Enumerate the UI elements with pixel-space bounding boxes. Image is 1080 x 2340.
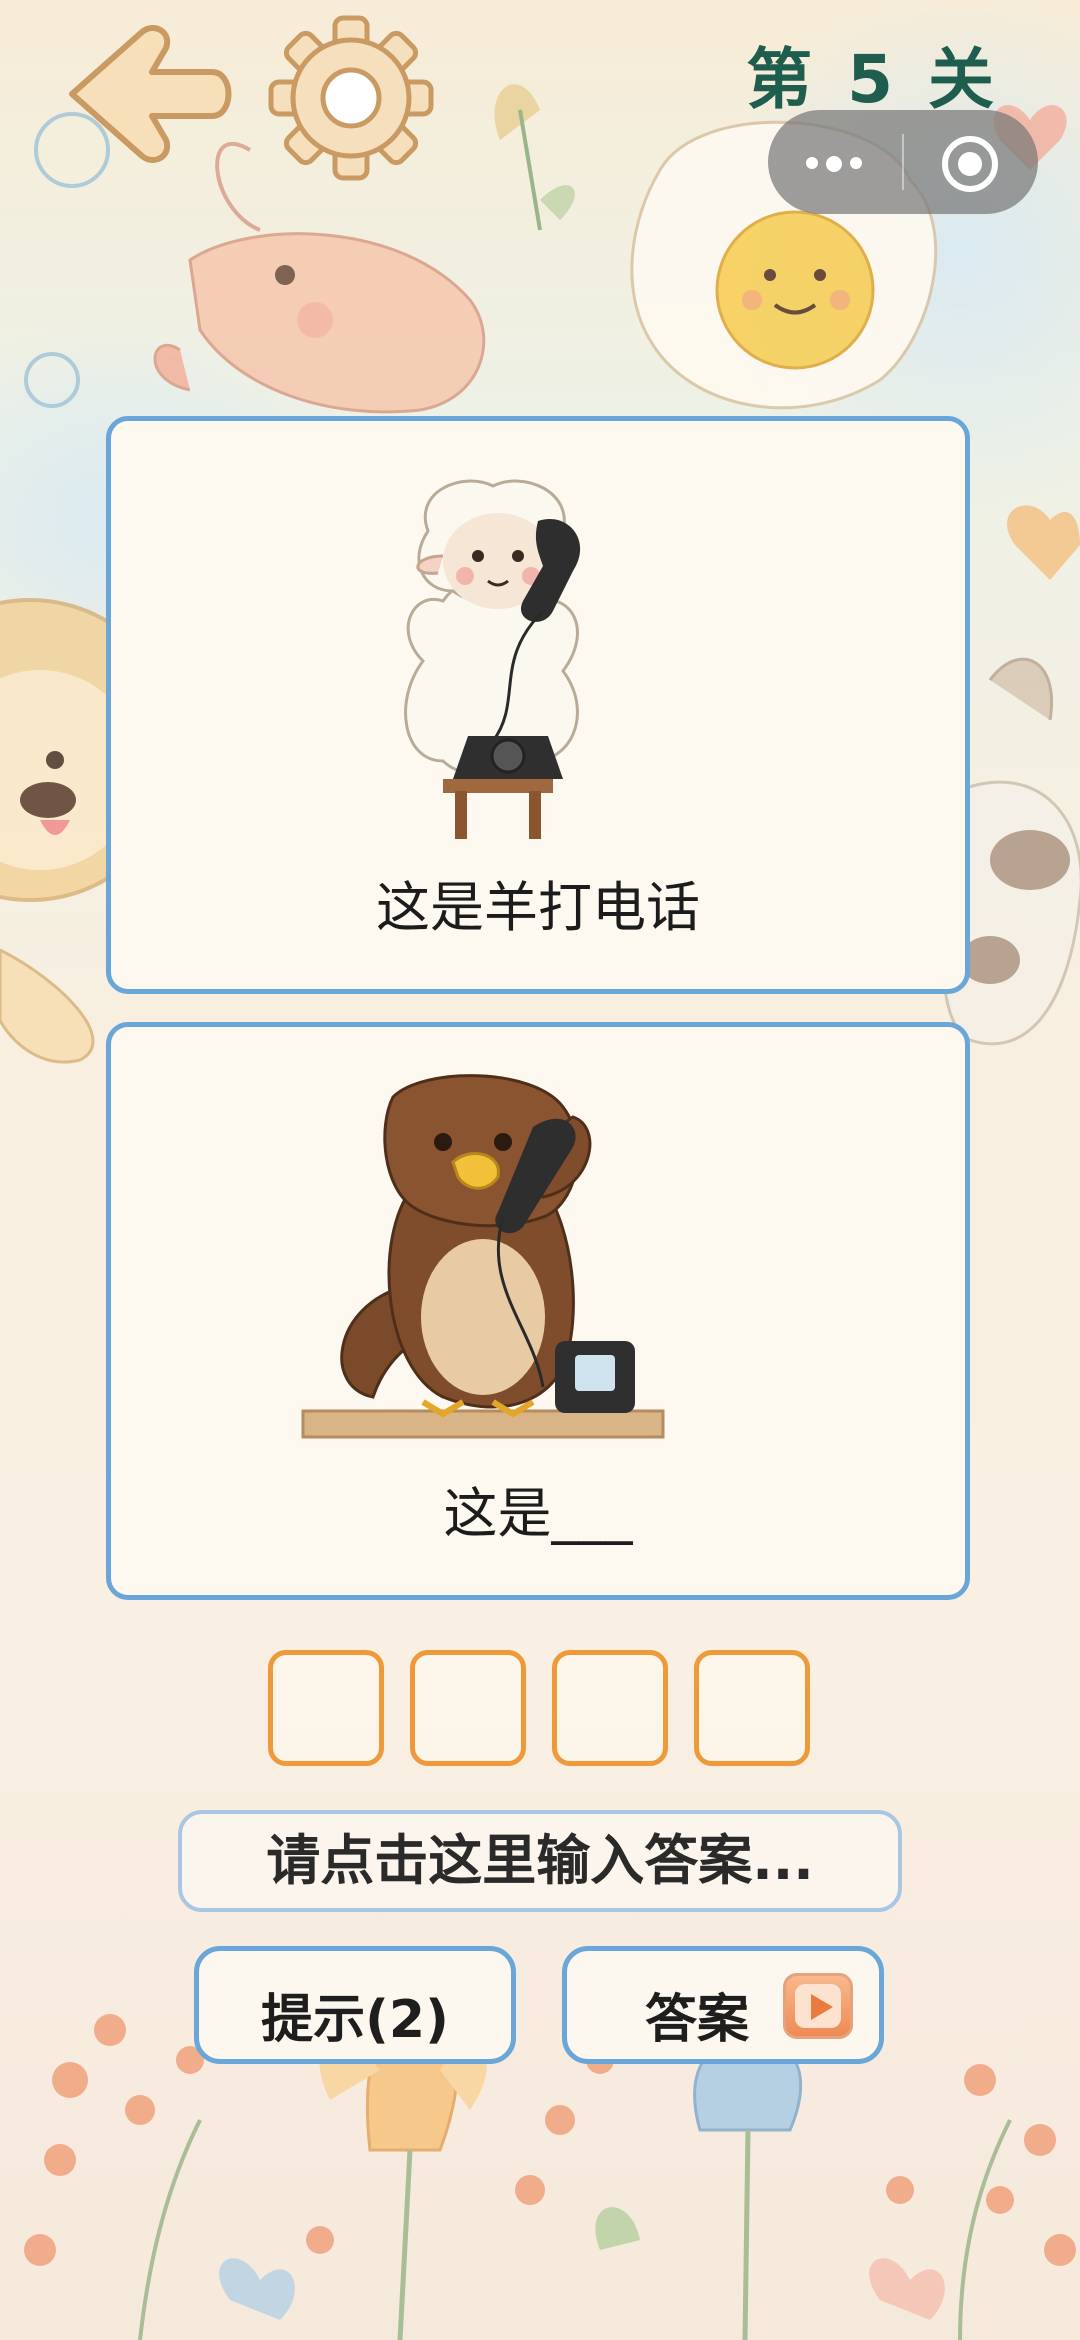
more-menu-button[interactable] [768, 110, 902, 214]
hint-button-label: 提示(2) [261, 1990, 449, 2050]
question-caption: 这是___ [443, 1482, 633, 1545]
show-answer-label: 答案 [645, 1990, 750, 2050]
card-caption: 这是羊打电话 [376, 876, 700, 939]
answer-input[interactable]: 请点击这里输入答案... [178, 1810, 902, 1912]
answer-slot-4[interactable] [694, 1650, 810, 1766]
more-dots-icon [806, 154, 870, 173]
sheep-on-phone-illustration [404, 479, 581, 839]
video-play-icon [783, 1973, 853, 2039]
answer-slot-1[interactable] [268, 1650, 384, 1766]
target-ring-icon [942, 136, 998, 192]
question-card: 这是___ [106, 1022, 970, 1600]
close-mini-program-button[interactable] [904, 110, 1038, 214]
gear-icon [268, 15, 434, 181]
answer-slot-3[interactable] [552, 1650, 668, 1766]
mini-program-capsule [768, 110, 1038, 214]
hint-button[interactable]: 提示(2) [194, 1946, 516, 2064]
back-button[interactable] [62, 24, 237, 164]
level-title: 第 5 关 [746, 41, 1000, 118]
back-arrow-icon [69, 25, 232, 163]
example-card: 这是羊打电话 [106, 416, 970, 994]
show-answer-button[interactable]: 答案 [562, 1946, 884, 2064]
answer-slot-2[interactable] [410, 1650, 526, 1766]
answer-slots [268, 1650, 812, 1770]
settings-button[interactable] [262, 12, 440, 184]
eagle-on-phone-illustration [301, 1074, 665, 1439]
